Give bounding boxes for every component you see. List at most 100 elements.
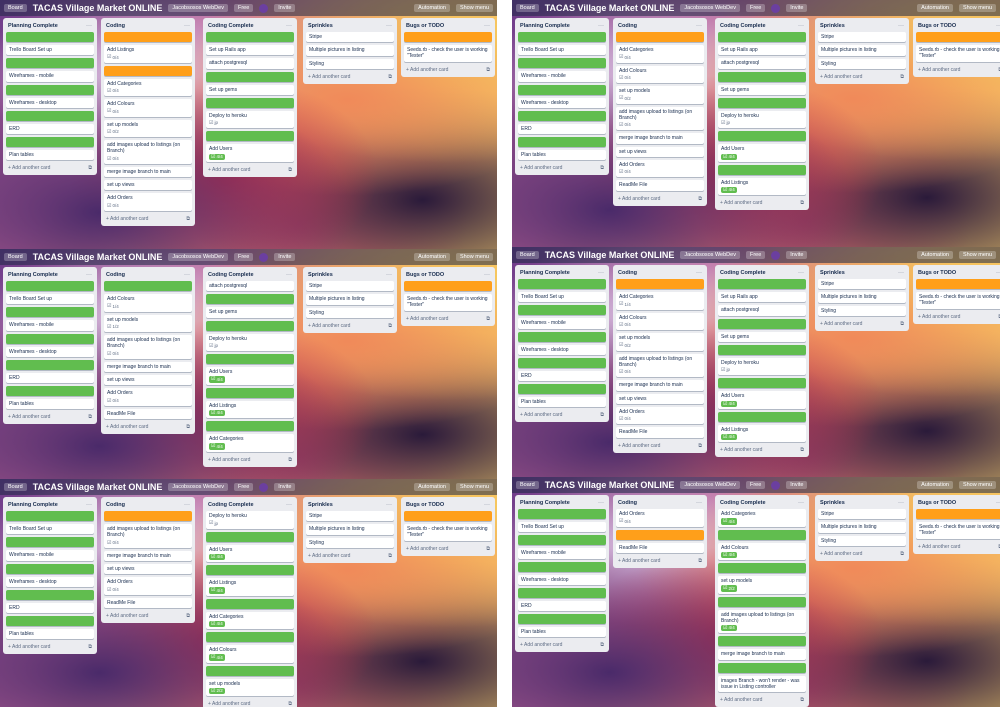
task-card[interactable]: attach postgresql (718, 305, 806, 316)
label-card[interactable] (718, 662, 806, 673)
list-menu-icon[interactable]: ··· (696, 23, 702, 29)
board-title[interactable]: TACAS Village Market ONLINE (545, 480, 675, 490)
label-card[interactable] (616, 32, 704, 42)
task-card[interactable]: Set up gems (718, 331, 806, 342)
card-template-icon[interactable]: ⧉ (186, 216, 190, 222)
task-card[interactable]: images Branch - won't render - was issue… (718, 675, 806, 692)
label-card[interactable] (718, 97, 806, 108)
label-card[interactable] (518, 509, 606, 519)
add-card-button[interactable]: + Add another card⧉ (104, 611, 192, 621)
label-card[interactable] (718, 563, 806, 573)
label-card[interactable] (6, 537, 94, 548)
card-template-icon[interactable]: ⧉ (288, 701, 292, 707)
avatar[interactable] (771, 250, 781, 260)
list-menu-icon[interactable]: ··· (798, 270, 804, 276)
label-card[interactable] (916, 32, 1000, 42)
label-card[interactable] (518, 535, 606, 546)
task-card[interactable]: set up views (616, 146, 704, 157)
list-title[interactable]: Coding (618, 270, 637, 276)
task-card[interactable]: Plan tables (6, 629, 94, 640)
task-card[interactable]: Wireframes - mobile (518, 318, 606, 329)
label-card[interactable] (718, 529, 806, 540)
card-template-icon[interactable]: ⧉ (186, 424, 190, 430)
card-template-icon[interactable]: ⧉ (698, 443, 702, 449)
list-menu-icon[interactable]: ··· (386, 502, 392, 508)
task-card[interactable]: Deploy to heroku ☑ jp (206, 511, 294, 529)
add-card-button[interactable]: + Add another card⧉ (518, 163, 606, 173)
label-card[interactable] (6, 281, 94, 291)
list-title[interactable]: Bugs or TODO (406, 502, 444, 508)
add-card-button[interactable]: + Add another card⧉ (6, 412, 94, 422)
label-card[interactable] (404, 511, 492, 521)
label-card[interactable] (6, 511, 94, 521)
list-menu-icon[interactable]: ··· (484, 502, 490, 508)
card-template-icon[interactable]: ⧉ (600, 165, 604, 171)
task-card[interactable]: Wireframes - mobile (6, 71, 94, 82)
label-card[interactable] (518, 58, 606, 69)
label-card[interactable] (718, 411, 806, 422)
task-card[interactable]: Wireframes - mobile (518, 71, 606, 82)
add-card-button[interactable]: + Add another card⧉ (916, 312, 1000, 322)
workspace-button[interactable]: Jacobsosos WebDev (680, 4, 740, 12)
list-title[interactable]: Coding Complete (208, 502, 254, 508)
card-template-icon[interactable]: ⧉ (388, 74, 392, 80)
label-card[interactable] (206, 294, 294, 305)
task-card[interactable]: Trello Board Set up (518, 292, 606, 303)
list-menu-icon[interactable]: ··· (898, 270, 904, 276)
add-card-button[interactable]: + Add another card⧉ (718, 198, 806, 208)
task-card[interactable]: add images upload to listings (on Branch… (104, 524, 192, 548)
label-card[interactable] (616, 529, 704, 540)
task-card[interactable]: Trello Board Set up (6, 524, 94, 535)
workspace-button[interactable]: Jacobsosos WebDev (168, 483, 228, 491)
invite-button[interactable]: Invite (274, 483, 296, 491)
task-card[interactable]: Add Categories ☑ 4/4 (206, 611, 294, 629)
task-card[interactable]: set up models ☑ 0/2 (616, 86, 704, 104)
board-switcher-button[interactable]: Board (4, 253, 27, 261)
card-template-icon[interactable]: ⧉ (388, 323, 392, 329)
card-template-icon[interactable]: ⧉ (88, 165, 92, 171)
list-title[interactable]: Coding (618, 500, 637, 506)
task-card[interactable]: Add Users ☑ 4/4 (718, 391, 806, 409)
list-title[interactable]: Planning Complete (520, 270, 570, 276)
label-card[interactable] (6, 359, 94, 370)
task-card[interactable]: Styling (306, 307, 394, 318)
list-title[interactable]: Bugs or TODO (918, 500, 956, 506)
label-card[interactable] (104, 511, 192, 521)
card-template-icon[interactable]: ⧉ (698, 196, 702, 202)
list-menu-icon[interactable]: ··· (798, 500, 804, 506)
label-card[interactable] (206, 565, 294, 575)
card-template-icon[interactable]: ⧉ (800, 697, 804, 703)
label-card[interactable] (518, 137, 606, 147)
workspace-button[interactable]: Jacobsosos WebDev (168, 4, 228, 12)
task-card[interactable]: Set up gems (206, 84, 294, 95)
task-card[interactable]: ERD (6, 372, 94, 383)
list-title[interactable]: Planning Complete (8, 502, 58, 508)
card-template-icon[interactable]: ⧉ (800, 447, 804, 453)
card-template-icon[interactable]: ⧉ (900, 74, 904, 80)
task-card[interactable]: merge image branch to main (616, 380, 704, 391)
label-card[interactable] (916, 509, 1000, 519)
task-card[interactable]: Add Orders ☑ 0/4 (616, 159, 704, 178)
task-card[interactable]: Add Categories ☑ 4/4 (718, 509, 806, 527)
list-title[interactable]: Coding (106, 272, 125, 278)
task-card[interactable]: attach postgresql (206, 281, 294, 292)
task-card[interactable]: Wireframes - desktop (518, 574, 606, 585)
list-title[interactable]: Coding Complete (208, 23, 254, 29)
task-card[interactable]: Wireframes - desktop (6, 576, 94, 587)
list-menu-icon[interactable]: ··· (996, 500, 1000, 506)
task-card[interactable]: Deploy to heroku ☑ jp (718, 110, 806, 129)
invite-button[interactable]: Invite (786, 4, 808, 12)
add-card-button[interactable]: + Add another card⧉ (718, 695, 806, 705)
list-menu-icon[interactable]: ··· (898, 500, 904, 506)
task-card[interactable]: add images upload to listings (on Branch… (616, 353, 704, 378)
task-card[interactable]: ERD (6, 123, 94, 134)
label-card[interactable] (6, 110, 94, 121)
label-card[interactable] (518, 110, 606, 121)
label-card[interactable] (6, 58, 94, 69)
board-switcher-button[interactable]: Board (4, 483, 27, 491)
list-title[interactable]: Sprinkles (308, 272, 333, 278)
task-card[interactable]: Set up Rails app (718, 292, 806, 303)
label-card[interactable] (916, 279, 1000, 289)
board-title[interactable]: TACAS Village Market ONLINE (545, 250, 675, 260)
board-title[interactable]: TACAS Village Market ONLINE (33, 482, 163, 492)
